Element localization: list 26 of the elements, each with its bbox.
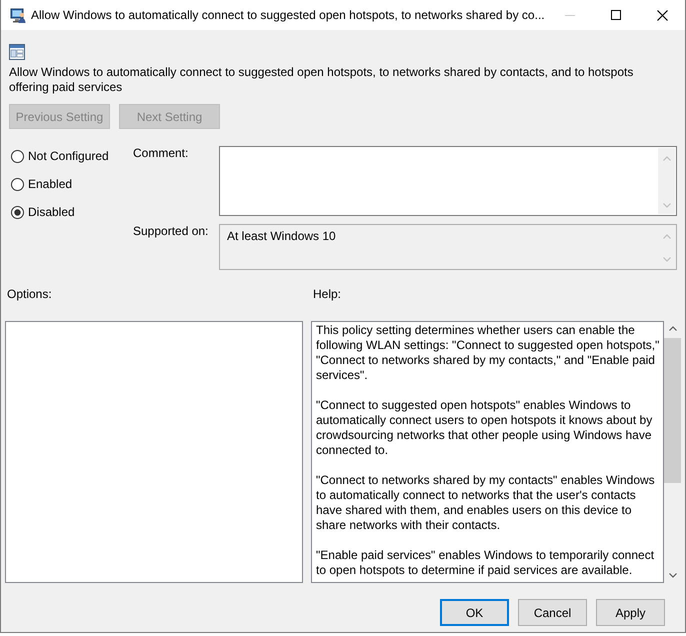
options-label: Options: [7,287,52,301]
comment-field[interactable] [219,146,677,216]
computer-user-icon [10,7,26,23]
help-paragraph: "Connect to networks shared by my contacts" enables Windows to automatically connect to networks that the user's contacts have shared with them, and enables users on this device to share networks with their contacts. [316,473,656,533]
help-label: Help: [313,287,342,301]
radio-empty-icon[interactable] [11,178,24,190]
ok-button[interactable]: OK [440,599,509,626]
help-paragraph: "Connect to suggested open hotspots" enables Windows to automatically connect users to open hotspots it knows about by crowdsourcing networks that other people using Windows have connected to. [316,398,654,458]
help-paragraph: This policy setting determines whether users can enable the following WLAN settings: "Connect to suggested open hotspots," "Connect to networks shared by my contacts," and "Enable paid services". [316,323,660,383]
setting-title: Allow Windows to automatically connect to suggested open hotspots, to networks shared by contacts, and to hotspots offering paid services [9,65,634,95]
radio-empty-icon[interactable] [11,150,24,162]
radio-selected-icon[interactable] [11,206,24,218]
apply-button[interactable]: Apply [596,599,665,626]
scrollbar-thumb[interactable] [664,338,681,483]
supported-on-label: Supported on: [133,224,210,240]
comment-label: Comment: [133,146,190,162]
window-title: Allow Windows to automatically connect to suggested open hotspots, to networks shared by co... [31,8,546,22]
caret-down-icon[interactable] [668,573,676,578]
state-radio-option[interactable]: Disabled [11,198,125,226]
cancel-button[interactable]: Cancel [518,599,587,626]
caret-up-icon[interactable] [668,326,676,331]
policy-sheet-icon [9,44,25,60]
state-radio-option[interactable]: Enabled [11,170,125,198]
supported-on-value: At least Windows 10 [226,228,337,245]
state-radio-option[interactable]: Not Configured [11,142,125,170]
help-paragraph: "Enable paid services" enables Windows to temporarily connect to open hotspots to determine if paid services are available. [316,548,656,578]
